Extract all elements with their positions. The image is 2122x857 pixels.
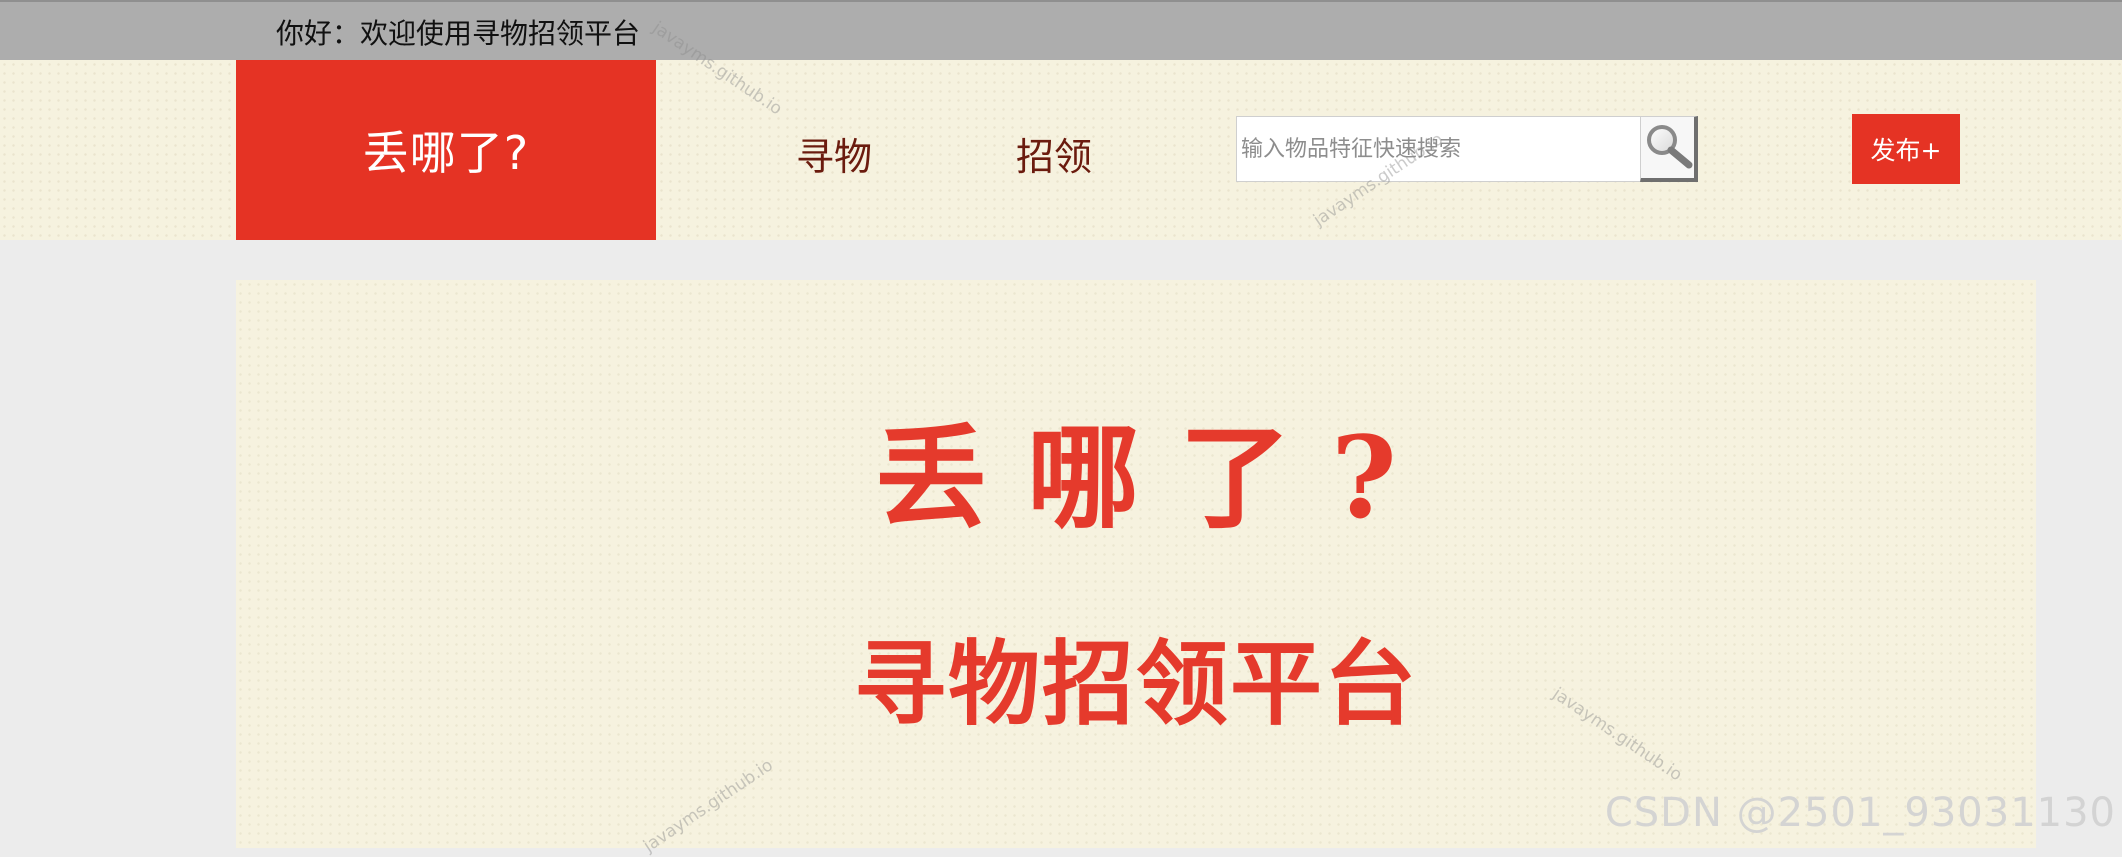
top-bar: 你好：欢迎使用寻物招领平台	[0, 0, 2122, 60]
search-box	[1236, 116, 1698, 182]
logo-text: 丢哪了?	[362, 126, 530, 180]
search-input[interactable]	[1236, 116, 1640, 182]
header: 丢哪了? 寻物 招领 发布+	[0, 60, 2122, 240]
logo-link[interactable]: 丢哪了?	[236, 60, 656, 240]
nav-find[interactable]: 寻物	[796, 126, 872, 181]
nav-claim[interactable]: 招领	[1016, 126, 1092, 181]
banner-title: 丢哪了?	[875, 413, 1437, 544]
banner-subtitle: 寻物招领平台	[853, 630, 1418, 738]
publish-button[interactable]: 发布+	[1852, 114, 1960, 184]
search-button[interactable]	[1640, 116, 1698, 182]
search-icon	[1647, 125, 1693, 169]
greeting-text: 你好：欢迎使用寻物招领平台	[276, 17, 641, 50]
banner: 丢哪了? 寻物招领平台	[236, 280, 2036, 848]
